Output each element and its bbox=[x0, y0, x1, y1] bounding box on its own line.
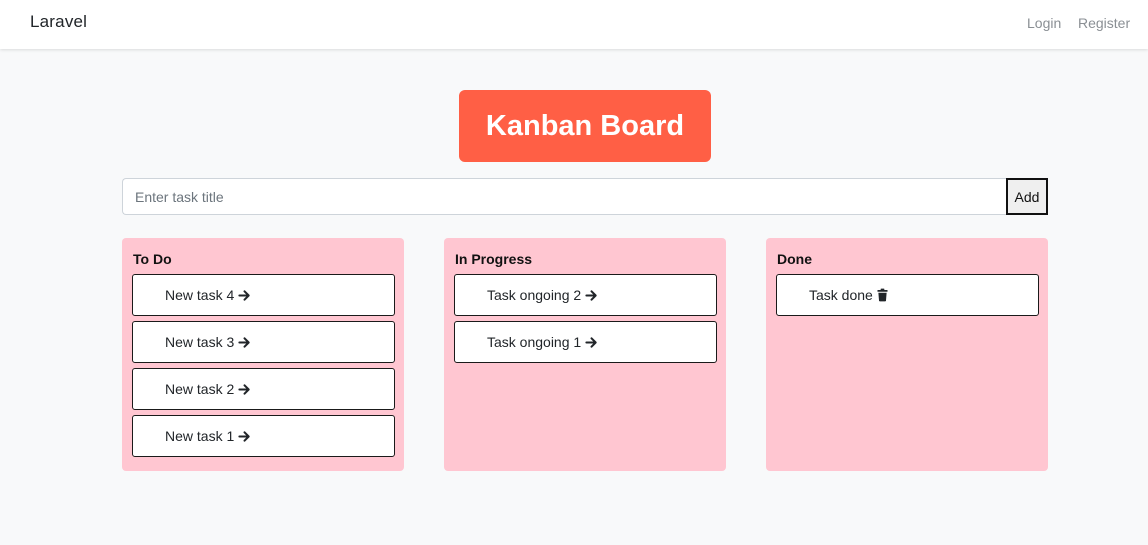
column-in-progress: In Progress Task ongoing 2 Task ongoing … bbox=[444, 238, 726, 471]
task-title: New task 1 bbox=[165, 428, 235, 444]
page-title-banner: Kanban Board bbox=[459, 90, 711, 162]
task-title: Task done bbox=[809, 287, 873, 303]
task-card[interactable]: Task ongoing 2 bbox=[454, 274, 717, 316]
task-card[interactable]: New task 1 bbox=[132, 415, 395, 457]
task-card[interactable]: New task 4 bbox=[132, 274, 395, 316]
arrow-right-icon[interactable] bbox=[238, 289, 251, 302]
task-title: Task ongoing 2 bbox=[487, 287, 582, 303]
task-title: Task ongoing 1 bbox=[487, 334, 582, 350]
task-title: New task 2 bbox=[165, 381, 235, 397]
arrow-right-icon[interactable] bbox=[238, 336, 251, 349]
task-title-input[interactable] bbox=[122, 178, 1006, 215]
arrow-right-icon[interactable] bbox=[238, 383, 251, 396]
arrow-right-icon[interactable] bbox=[585, 289, 598, 302]
column-title: To Do bbox=[133, 251, 172, 267]
column-title: Done bbox=[777, 251, 812, 267]
task-title: New task 3 bbox=[165, 334, 235, 350]
task-card[interactable]: Task done bbox=[776, 274, 1039, 316]
task-card[interactable]: New task 3 bbox=[132, 321, 395, 363]
page-title: Kanban Board bbox=[485, 109, 685, 142]
task-list: New task 4 New task 3 New task 2 New tas… bbox=[132, 274, 395, 462]
add-task-button[interactable]: Add bbox=[1006, 178, 1048, 215]
task-list: Task ongoing 2 Task ongoing 1 bbox=[454, 274, 717, 368]
brand-link[interactable]: Laravel bbox=[30, 12, 87, 32]
task-card[interactable]: Task ongoing 1 bbox=[454, 321, 717, 363]
column-to-do: To Do New task 4 New task 3 New task 2 N… bbox=[122, 238, 404, 471]
arrow-right-icon[interactable] bbox=[585, 336, 598, 349]
login-link[interactable]: Login bbox=[1027, 15, 1061, 31]
navbar: Laravel Login Register bbox=[0, 0, 1148, 49]
register-link[interactable]: Register bbox=[1078, 15, 1130, 31]
task-card[interactable]: New task 2 bbox=[132, 368, 395, 410]
trash-icon[interactable] bbox=[877, 288, 888, 302]
task-list: Task done bbox=[776, 274, 1039, 321]
arrow-right-icon[interactable] bbox=[238, 430, 251, 443]
column-title: In Progress bbox=[455, 251, 533, 267]
task-title: New task 4 bbox=[165, 287, 235, 303]
column-done: Done Task done bbox=[766, 238, 1048, 471]
